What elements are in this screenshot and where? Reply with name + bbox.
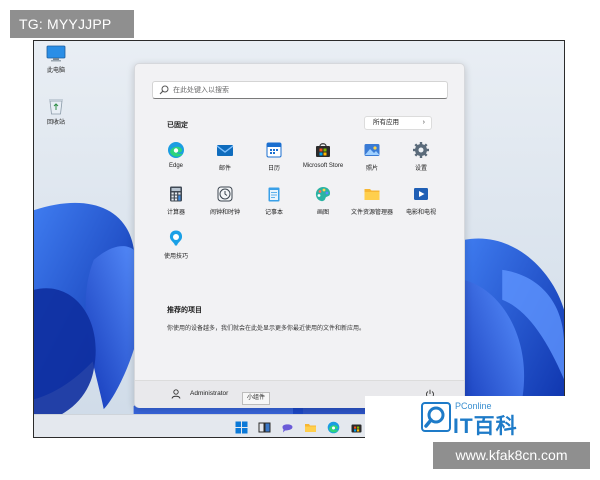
- pinned-app-tips[interactable]: 使用技巧: [148, 229, 204, 260]
- pinned-app-calendar[interactable]: 日历: [246, 141, 302, 172]
- calculator-icon: [170, 186, 182, 202]
- windows-desktop-screenshot: 此电脑 回收站 在此处键入以搜索 已固定 所有应用 › Edge 邮件 日历 M…: [33, 40, 565, 438]
- widgets-tooltip: 小组件: [242, 392, 271, 405]
- movies-icon: [414, 188, 428, 200]
- pconline-big-text: IT百科: [453, 415, 518, 438]
- start-windows-icon[interactable]: [235, 421, 248, 434]
- task-view-icon[interactable]: [258, 421, 271, 434]
- user-name[interactable]: Administrator: [190, 390, 228, 397]
- pinned-app-file-explorer[interactable]: 文件资源管理器: [344, 185, 400, 216]
- pinned-app-calculator[interactable]: 计算器: [148, 185, 204, 216]
- pinned-app-photos[interactable]: 照片: [344, 141, 400, 172]
- taskbar-store-icon[interactable]: [350, 421, 363, 434]
- watermark-tag: TG: MYYJJPP: [10, 10, 134, 38]
- app-label: 使用技巧: [163, 254, 188, 260]
- recommended-section-title: 推荐的项目: [167, 307, 202, 314]
- page: TG: MYYJJPP 此电脑 回收站 在此处键入以搜索 已固定 所有应用 › …: [0, 0, 600, 480]
- notepad-icon: [268, 187, 280, 202]
- app-label: Edge: [168, 163, 183, 169]
- pinned-section-title: 已固定: [167, 122, 188, 129]
- recycle-bin-icon: [49, 99, 63, 115]
- recommended-empty-text: 你使用的设备越多，我们就会在此处显示更多你最近使用的文件和新应用。: [167, 326, 366, 332]
- app-label: 记事本: [264, 210, 283, 216]
- app-label: 照片: [365, 166, 378, 172]
- pinned-app-paint[interactable]: 画图: [295, 185, 351, 216]
- user-icon[interactable]: [171, 389, 181, 399]
- folder-icon: [364, 189, 380, 200]
- app-label: 电影和电视: [405, 210, 436, 216]
- pinned-app-notepad[interactable]: 记事本: [246, 185, 302, 216]
- pinned-app-movies-tv[interactable]: 电影和电视: [393, 185, 449, 216]
- edge-icon: [168, 142, 184, 158]
- pinned-app-edge[interactable]: Edge: [148, 141, 204, 169]
- app-label: 文件资源管理器: [350, 210, 393, 216]
- desktop-icon-this-pc[interactable]: 此电脑: [38, 45, 74, 74]
- pinned-app-microsoft-store[interactable]: Microsoft Store: [295, 141, 351, 169]
- chat-icon[interactable]: [281, 421, 294, 434]
- search-placeholder: 在此处键入以搜索: [173, 87, 229, 94]
- watermark-url: www.kfak8cn.com: [433, 442, 590, 469]
- taskbar-edge-icon[interactable]: [327, 421, 340, 434]
- app-label: 闹钟和时钟: [209, 210, 240, 216]
- start-search-box[interactable]: 在此处键入以搜索: [152, 81, 448, 99]
- pconline-search-logo-icon: [421, 402, 451, 432]
- tips-icon: [169, 230, 183, 246]
- photos-icon: [364, 144, 380, 156]
- settings-icon: [413, 142, 429, 158]
- clock-icon: [217, 186, 233, 202]
- desktop-icon-label: 回收站: [46, 120, 65, 126]
- pinned-app-settings[interactable]: 设置: [393, 141, 449, 172]
- search-icon: [159, 85, 169, 95]
- pinned-app-mail[interactable]: 邮件: [197, 141, 253, 172]
- app-label: Microsoft Store: [302, 163, 344, 169]
- app-label: 日历: [267, 166, 280, 172]
- calendar-icon: [266, 142, 282, 158]
- paint-icon: [315, 187, 331, 202]
- taskbar-folder-icon[interactable]: [304, 421, 317, 434]
- app-label: 邮件: [218, 166, 231, 172]
- pinned-app-alarms-clock[interactable]: 闹钟和时钟: [197, 185, 253, 216]
- chevron-right-icon: ›: [422, 119, 425, 126]
- all-apps-button[interactable]: 所有应用 ›: [364, 116, 432, 130]
- computer-icon: [46, 45, 66, 62]
- store-icon: [316, 143, 330, 157]
- app-label: 计算器: [166, 210, 185, 216]
- pconline-logo: PConline IT百科: [365, 396, 565, 438]
- desktop-icon-label: 此电脑: [46, 68, 65, 74]
- mail-icon: [216, 145, 234, 156]
- desktop-icon-recycle-bin[interactable]: 回收站: [38, 97, 74, 126]
- app-label: 画图: [316, 210, 329, 216]
- all-apps-label: 所有应用: [373, 119, 399, 126]
- app-label: 设置: [414, 166, 427, 172]
- start-menu: 在此处键入以搜索 已固定 所有应用 › Edge 邮件 日历 Microsoft…: [134, 63, 465, 408]
